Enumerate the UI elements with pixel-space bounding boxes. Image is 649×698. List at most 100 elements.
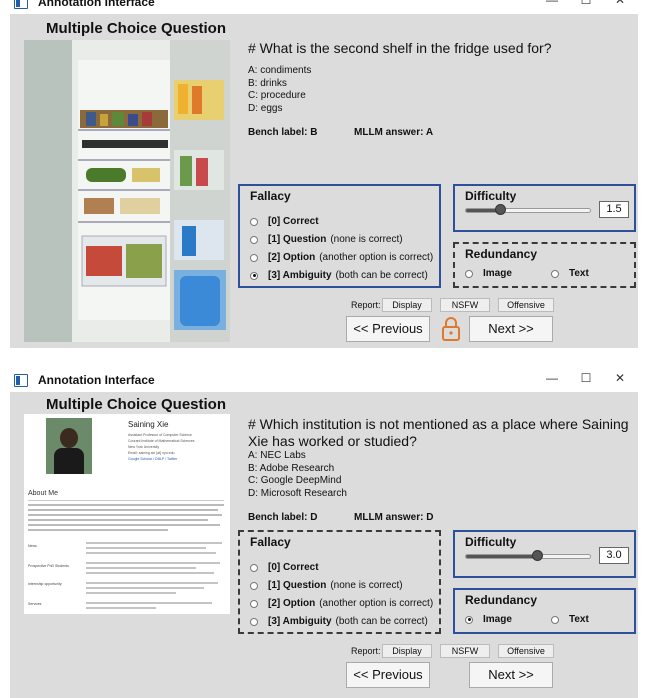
fallacy-box: Fallacy [0] Correct [1] Question (none i… xyxy=(238,184,441,288)
bench-label: Bench label: D xyxy=(248,512,318,523)
radio-icon[interactable] xyxy=(551,615,559,624)
report-nsfw-button[interactable]: NSFW xyxy=(440,298,490,312)
slider-fill xyxy=(466,555,537,558)
minimize-icon[interactable]: — xyxy=(535,0,569,7)
redundancy-box: Redundancy Image Text xyxy=(453,242,636,288)
webpage-image: Saining Xie Assistant Professor of Compu… xyxy=(24,414,230,614)
radio-icon[interactable] xyxy=(250,617,258,626)
bench-label: Bench label: B xyxy=(248,127,318,138)
mcq-title: Multiple Choice Question xyxy=(46,396,227,413)
side-label-news: News xyxy=(28,544,37,548)
minimize-icon[interactable]: — xyxy=(535,371,569,385)
lock-icon[interactable] xyxy=(440,316,462,342)
redundancy-option-text[interactable]: Text xyxy=(551,268,593,279)
window-title: Annotation Interface xyxy=(38,0,155,9)
radio-icon[interactable] xyxy=(250,563,258,572)
difficulty-slider[interactable] xyxy=(465,550,591,561)
fallacy-option-ambiguity[interactable]: [3] Ambiguity (both can be correct) xyxy=(250,270,428,281)
fallacy-option-question[interactable]: [1] Question (none is correct) xyxy=(250,580,403,591)
previous-button[interactable]: << Previous xyxy=(346,316,430,342)
report-label: Report: xyxy=(351,300,381,310)
report-label: Report: xyxy=(351,646,381,656)
fallacy-title: Fallacy xyxy=(250,535,291,549)
question-text: # Which institution is not mentioned as … xyxy=(248,416,629,449)
label-row: Bench label: D MLLM answer: D xyxy=(248,512,433,523)
report-display-button[interactable]: Display xyxy=(382,644,432,658)
answer-options: A: NEC Labs B: Adobe Research C: Google … xyxy=(248,450,347,500)
difficulty-box: Difficulty 1.5 xyxy=(453,184,636,232)
redundancy-title: Redundancy xyxy=(465,593,538,607)
radio-icon[interactable] xyxy=(465,269,473,278)
profile-info: Assistant Professor of Computer Science … xyxy=(128,433,195,461)
report-offensive-button[interactable]: Offensive xyxy=(498,298,554,312)
radio-icon[interactable] xyxy=(250,253,258,262)
main-panel: Multiple Choice Question # What is the s… xyxy=(10,14,638,348)
report-offensive-button[interactable]: Offensive xyxy=(498,644,554,658)
maximize-icon[interactable]: ☐ xyxy=(569,371,603,385)
option-c: C: procedure xyxy=(248,90,306,101)
redundancy-box: Redundancy Image Text xyxy=(453,588,636,634)
fridge-image xyxy=(24,40,230,342)
radio-selected-icon[interactable] xyxy=(250,271,258,280)
maximize-icon[interactable]: ☐ xyxy=(569,0,603,7)
app-icon xyxy=(14,0,28,9)
fallacy-option-option[interactable]: [2] Option (another option is correct) xyxy=(250,598,433,609)
fallacy-box: Fallacy [0] Correct [1] Question (none i… xyxy=(238,530,441,634)
fallacy-option-correct[interactable]: [0] Correct xyxy=(250,562,323,573)
mcq-title: Multiple Choice Question xyxy=(46,20,227,37)
redundancy-title: Redundancy xyxy=(465,247,538,261)
option-b: B: Adobe Research xyxy=(248,462,335,474)
title-bar: Annotation Interface — ☐ ✕ xyxy=(0,0,649,14)
previous-button[interactable]: << Previous xyxy=(346,662,430,688)
side-label-services: Services xyxy=(28,602,42,606)
annotation-window-1: Annotation Interface — ☐ ✕ Multiple Choi… xyxy=(0,0,649,350)
radio-icon[interactable] xyxy=(250,235,258,244)
radio-icon[interactable] xyxy=(250,217,258,226)
option-a: A: NEC Labs xyxy=(248,450,306,461)
fallacy-option-correct[interactable]: [0] Correct xyxy=(250,216,323,227)
difficulty-title: Difficulty xyxy=(465,189,517,203)
annotation-window-2: Annotation Interface — ☐ ✕ Multiple Choi… xyxy=(0,370,649,698)
report-display-button[interactable]: Display xyxy=(382,298,432,312)
difficulty-value[interactable]: 3.0 xyxy=(599,547,629,564)
main-panel: Multiple Choice Question Saining Xie Ass… xyxy=(10,392,638,698)
profile-photo xyxy=(46,418,92,474)
option-a: A: condiments xyxy=(248,65,312,76)
fallacy-option-option[interactable]: [2] Option (another option is correct) xyxy=(250,252,433,263)
radio-icon[interactable] xyxy=(250,581,258,590)
slider-handle[interactable] xyxy=(495,204,506,215)
radio-selected-icon[interactable] xyxy=(465,615,473,624)
next-button[interactable]: Next >> xyxy=(469,316,553,342)
close-icon[interactable]: ✕ xyxy=(603,0,637,7)
title-bar: Annotation Interface — ☐ ✕ xyxy=(0,370,649,392)
redundancy-option-image[interactable]: Image xyxy=(465,268,516,279)
question-text: # What is the second shelf in the fridge… xyxy=(248,40,552,56)
radio-icon[interactable] xyxy=(250,599,258,608)
difficulty-slider[interactable] xyxy=(465,204,591,215)
answer-options: A: condiments B: drinks C: procedure D: … xyxy=(248,65,311,115)
about-heading: About Me xyxy=(28,490,58,497)
redundancy-option-text[interactable]: Text xyxy=(551,614,593,625)
fallacy-option-ambiguity[interactable]: [3] Ambiguity (both can be correct) xyxy=(250,616,428,627)
label-row: Bench label: B MLLM answer: A xyxy=(248,127,433,138)
side-label-intern: Internship opportunity xyxy=(28,582,62,586)
option-d: D: Microsoft Research xyxy=(248,487,347,499)
side-label-phd: Prospective PhD Students xyxy=(28,564,69,568)
fallacy-option-question[interactable]: [1] Question (none is correct) xyxy=(250,234,403,245)
profile-name: Saining Xie xyxy=(128,420,169,429)
difficulty-box: Difficulty 3.0 xyxy=(453,530,636,578)
close-icon[interactable]: ✕ xyxy=(603,371,637,385)
next-button[interactable]: Next >> xyxy=(469,662,553,688)
window-title: Annotation Interface xyxy=(38,373,155,387)
redundancy-option-image[interactable]: Image xyxy=(465,614,516,625)
mllm-answer: MLLM answer: A xyxy=(354,127,434,138)
fallacy-title: Fallacy xyxy=(250,189,291,203)
report-nsfw-button[interactable]: NSFW xyxy=(440,644,490,658)
app-icon xyxy=(14,374,28,387)
option-d: D: eggs xyxy=(248,102,283,114)
radio-icon[interactable] xyxy=(551,269,559,278)
difficulty-title: Difficulty xyxy=(465,535,517,549)
slider-handle[interactable] xyxy=(532,550,543,561)
difficulty-value[interactable]: 1.5 xyxy=(599,201,629,218)
mllm-answer: MLLM answer: D xyxy=(354,512,434,523)
